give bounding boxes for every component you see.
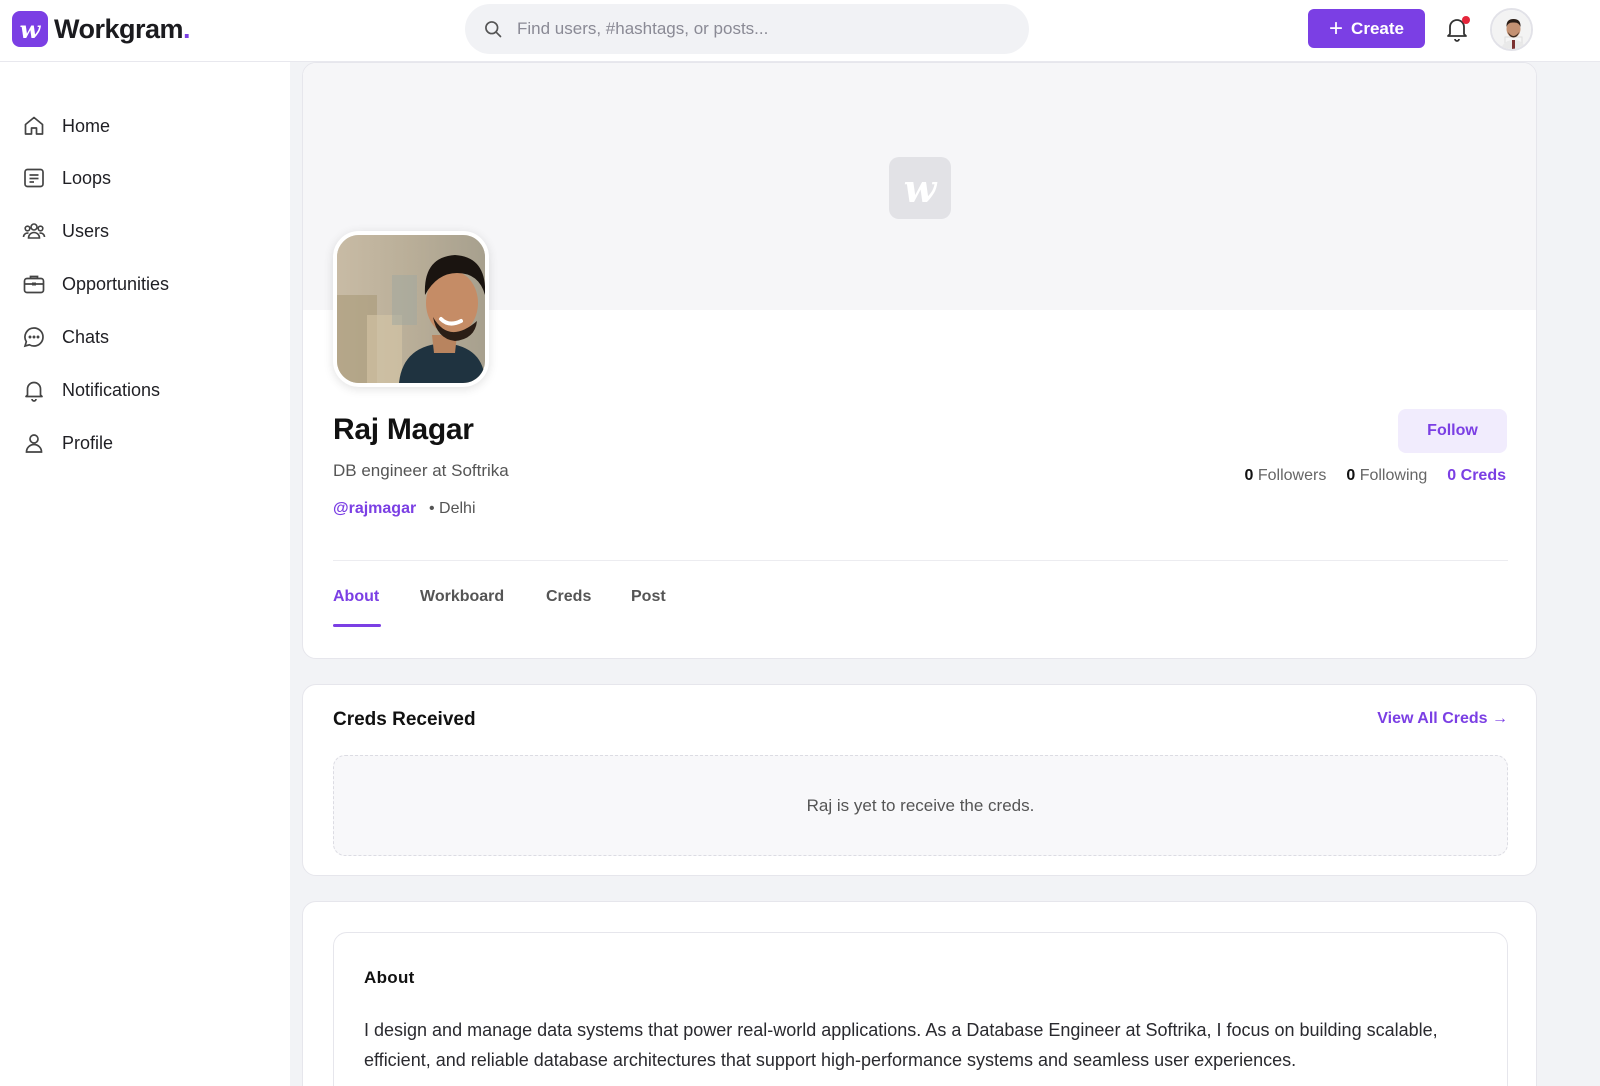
loops-icon xyxy=(24,168,44,188)
tab-about[interactable]: About xyxy=(333,588,379,606)
banner-logo-icon: w xyxy=(889,157,951,219)
creds-empty-state: Raj is yet to receive the creds. xyxy=(333,755,1508,856)
about-section: About I design and manage data systems t… xyxy=(333,932,1508,1086)
sidebar-item-opportunities[interactable]: Opportunities xyxy=(22,264,272,304)
sidebar-item-home[interactable]: Home xyxy=(22,106,272,146)
logo-mark-icon: w xyxy=(12,11,48,47)
sidebar-item-notifications[interactable]: Notifications xyxy=(22,370,272,410)
followers-stat[interactable]: 0 Followers xyxy=(1245,467,1327,485)
sidebar: Home Loops Users Opportunities Chats Not… xyxy=(0,62,290,1086)
profile-handle[interactable]: @rajmagar xyxy=(333,500,416,518)
sidebar-item-loops[interactable]: Loops xyxy=(22,158,272,198)
creds-received-title: Creds Received xyxy=(333,709,476,730)
sidebar-item-label: Loops xyxy=(62,167,112,188)
create-button[interactable]: + Create xyxy=(1308,9,1425,48)
profile-photo-image xyxy=(337,235,485,383)
search-icon xyxy=(485,21,502,38)
avatar-image xyxy=(1492,10,1531,49)
sidebar-item-label: Profile xyxy=(62,432,114,453)
profile-headline: DB engineer at Softrika xyxy=(333,461,509,480)
app-logo[interactable]: w Workgram. xyxy=(12,11,191,47)
view-all-creds-link[interactable]: View All Creds → xyxy=(1377,710,1508,728)
follow-button[interactable]: Follow xyxy=(1398,409,1507,453)
following-stat[interactable]: 0 Following xyxy=(1346,467,1427,485)
chat-icon xyxy=(23,327,44,348)
users-icon xyxy=(22,223,46,239)
sidebar-item-label: Chats xyxy=(62,326,110,347)
about-text: I design and manage data systems that po… xyxy=(364,1020,1438,1070)
search-bar[interactable] xyxy=(465,4,1029,54)
sidebar-item-label: Opportunities xyxy=(62,273,170,294)
about-card: About I design and manage data systems t… xyxy=(302,901,1537,1086)
sidebar-item-profile[interactable]: Profile xyxy=(22,423,272,463)
bell-icon xyxy=(25,381,43,402)
top-bar: w Workgram. + Create xyxy=(0,0,1600,62)
sidebar-item-label: Notifications xyxy=(62,379,161,400)
home-icon xyxy=(24,116,44,135)
creds-received-card: Creds Received View All Creds → Raj is y… xyxy=(302,684,1537,876)
profile-card: w Raj Magar DB engineer at Softrika @raj… xyxy=(302,62,1537,659)
briefcase-icon xyxy=(23,275,45,294)
following-count: 0 xyxy=(1346,467,1356,484)
search-input[interactable] xyxy=(517,19,997,39)
sidebar-item-label: Users xyxy=(62,220,110,241)
following-label: Following xyxy=(1359,467,1428,484)
plus-icon: + xyxy=(1329,14,1344,42)
followers-count: 0 xyxy=(1244,467,1254,484)
followers-label: Followers xyxy=(1257,467,1327,484)
tab-post[interactable]: Post xyxy=(631,588,666,606)
user-avatar[interactable] xyxy=(1490,8,1533,51)
app-name: Workgram xyxy=(54,13,184,44)
profile-name: Raj Magar xyxy=(333,413,474,446)
tab-creds[interactable]: Creds xyxy=(546,588,591,606)
active-tab-indicator xyxy=(333,624,381,627)
about-title: About xyxy=(364,968,415,987)
user-icon xyxy=(25,434,43,453)
create-button-label: Create xyxy=(1351,18,1404,38)
tab-workboard[interactable]: Workboard xyxy=(420,588,504,606)
sidebar-item-users[interactable]: Users xyxy=(22,211,272,251)
logo-dot: . xyxy=(183,13,191,44)
profile-photo[interactable] xyxy=(333,231,489,387)
profile-location: • Delhi xyxy=(429,500,476,517)
profile-stats: 0 Followers 0 Following 0 Creds xyxy=(1225,467,1506,485)
sidebar-item-chats[interactable]: Chats xyxy=(22,317,272,357)
divider xyxy=(333,560,1508,561)
creds-empty-message: Raj is yet to receive the creds. xyxy=(806,795,1035,815)
notification-dot xyxy=(1462,16,1470,24)
creds-stat[interactable]: 0 Creds xyxy=(1447,467,1506,485)
sidebar-item-label: Home xyxy=(62,115,111,136)
